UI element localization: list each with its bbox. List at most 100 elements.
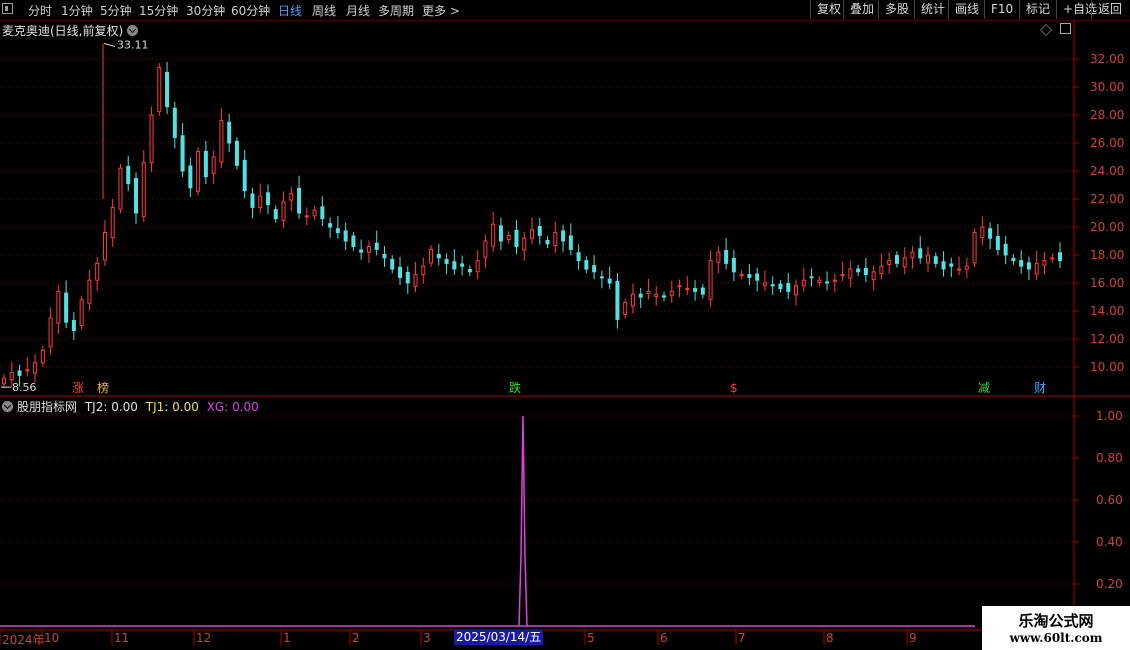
x-tick-label: 9 [909,631,917,645]
candle-body [607,278,612,284]
window-toggle-icon[interactable] [1060,23,1071,34]
candle-body [312,209,317,217]
candle-body [211,156,216,174]
candle-body [646,290,651,295]
candle-body [289,192,294,201]
tj1-value: TJ1: 0.00 [145,400,199,414]
candle-body [250,193,255,208]
event-marker: 财 [1034,381,1046,395]
candle-body [118,167,123,210]
candle-body [801,279,806,287]
candle-body [1011,257,1016,262]
candle-body [110,206,115,239]
candle-body [498,225,503,242]
candle-body [180,135,185,172]
candle-body [219,120,224,163]
candle-body [755,273,760,281]
x-tick-label: 11 [114,631,130,645]
candle-body [9,372,14,381]
candle-body [770,284,775,287]
candle-body [553,232,558,246]
candle-body [840,274,845,277]
candle-body [995,236,1000,250]
y-tick-label: 10.00 [1090,360,1124,374]
candle-body [825,281,830,284]
y-tick-label: 28.00 [1090,108,1124,122]
y-tick-label: 24.00 [1090,164,1124,178]
candle-body [786,283,791,292]
candle-body [972,232,977,264]
candle-body [685,288,690,291]
candle-body [584,260,589,270]
candle-body [708,260,713,300]
candle-body [343,230,348,242]
candle-body [405,271,410,284]
candle-body [980,226,985,239]
candle-body [203,150,208,178]
candle-body [436,253,441,259]
xg-value: XG: 0.00 [206,400,259,414]
indicator-chevron-icon[interactable] [2,401,13,412]
candle-body [762,282,767,286]
candle-body [615,280,620,320]
candle-body [87,279,92,304]
candle-body [662,295,666,298]
indicator-y-label: 0.20 [1096,577,1123,591]
x-tick-label: 5 [587,631,595,645]
candle-body [832,279,837,282]
candle-body [669,290,674,296]
candle-body [514,229,519,248]
candle-body [530,229,534,239]
candle-body [149,114,154,164]
candle-body [71,320,76,332]
indicator-name: 股朋指标网 [17,400,78,414]
candle-body [266,192,270,206]
candle-body [141,162,146,217]
indicator-y-label: 0.60 [1096,493,1123,507]
candle-body [281,201,286,221]
candle-body [778,283,783,290]
candle-body [40,349,45,364]
candle-body [506,234,511,240]
x-tick-label: 6 [660,631,668,645]
candle-body [794,285,798,296]
candle-body [188,165,193,189]
candle-body [17,370,22,376]
y-tick-label: 18.00 [1090,248,1124,262]
y-tick-label: 22.00 [1090,192,1124,206]
event-marker: 榜 [97,380,109,395]
candle-body [1050,257,1055,260]
candle-body [1019,260,1024,267]
watermark-logo: 乐淘公式网 www.60lt.com [982,606,1130,650]
indicator-y-label: 0.80 [1096,451,1123,465]
candle-body [856,268,861,273]
candle-body [328,223,333,228]
tj2-value: TJ2: 0.00 [84,400,138,414]
candle-body [351,235,356,248]
y-tick-label: 20.00 [1090,220,1124,234]
candle-body [988,228,993,239]
candle-body [491,223,496,247]
candle-body [460,263,465,267]
candle-body [537,225,542,236]
candle-body [926,254,930,264]
candle-body [809,276,814,279]
candle-body [483,240,488,258]
candlestick-chart[interactable]: 10.00 12.00 14.00 16.00 18.00 20.00 22.00 24.00… [0,0,1130,650]
candle-body [731,257,736,273]
candle-body [545,239,550,245]
candle-body [304,215,309,218]
candle-body [599,276,604,279]
candle-body [382,253,387,259]
candle-body [887,260,892,266]
candle-body [739,274,744,277]
candle-body [654,293,659,297]
candle-body [467,269,472,273]
event-marker: $ [730,381,738,395]
candle-body [398,266,402,278]
candle-body [475,260,480,273]
candle-body [957,268,962,271]
event-marker: 涨 [72,380,84,395]
candle-body [592,265,597,273]
x-tick-label: 2 [352,631,360,645]
